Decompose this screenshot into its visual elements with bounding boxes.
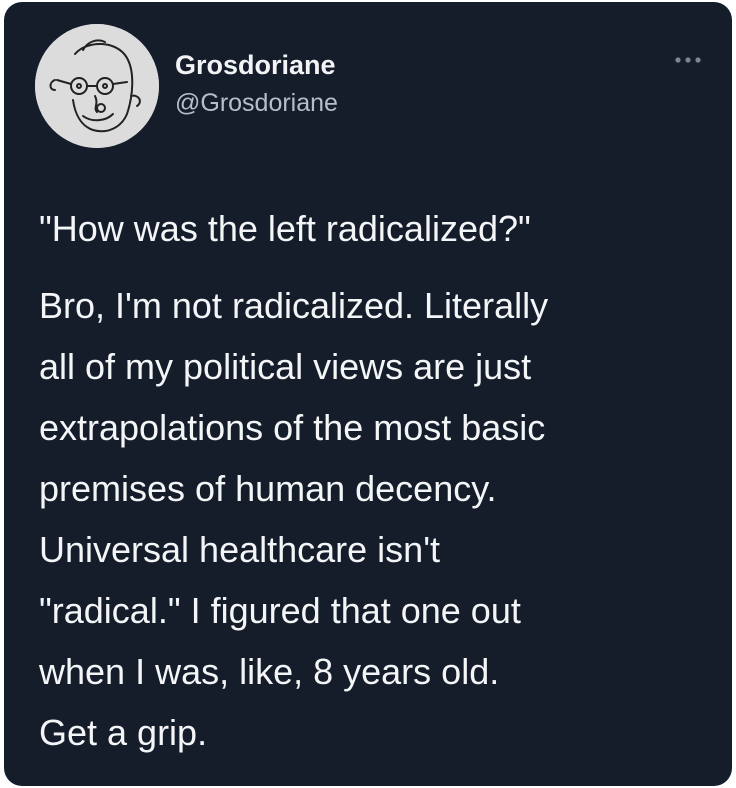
tweet-line: when I was, like, 8 years old. [39, 651, 500, 692]
tweet-line: Bro, I'm not radicalized. Literally [39, 285, 549, 326]
author-handle[interactable]: @Grosdoriane [175, 86, 338, 120]
tweet-line: Get a grip. [39, 712, 208, 753]
tweet-line: all of my political views are just [39, 346, 532, 387]
tweet-line: premises of human decency. [39, 468, 497, 509]
tweet-text: "How was the left radicalized?" Bro, I'm… [39, 198, 719, 763]
tweet-line: "radical." I figured that one out [39, 590, 521, 631]
tweet-answer: Bro, I'm not radicalized. Literally all … [39, 275, 719, 763]
author-info: Grosdoriane @Grosdoriane [175, 48, 338, 128]
tweet-card: Grosdoriane @Grosdoriane "How was the le… [4, 2, 732, 786]
tweet-quoted-question: "How was the left radicalized?" [39, 208, 531, 249]
more-options-ellipsis-icon [675, 57, 701, 63]
line-drawing-face-avatar-icon [35, 24, 159, 148]
tweet-line: extrapolations of the most basic [39, 407, 546, 448]
tweet-line: Universal healthcare isn't [39, 529, 441, 570]
avatar[interactable] [35, 24, 159, 148]
author-display-name[interactable]: Grosdoriane [175, 48, 338, 82]
page: Grosdoriane @Grosdoriane "How was the le… [0, 0, 736, 788]
more-options-button[interactable] [668, 48, 708, 72]
